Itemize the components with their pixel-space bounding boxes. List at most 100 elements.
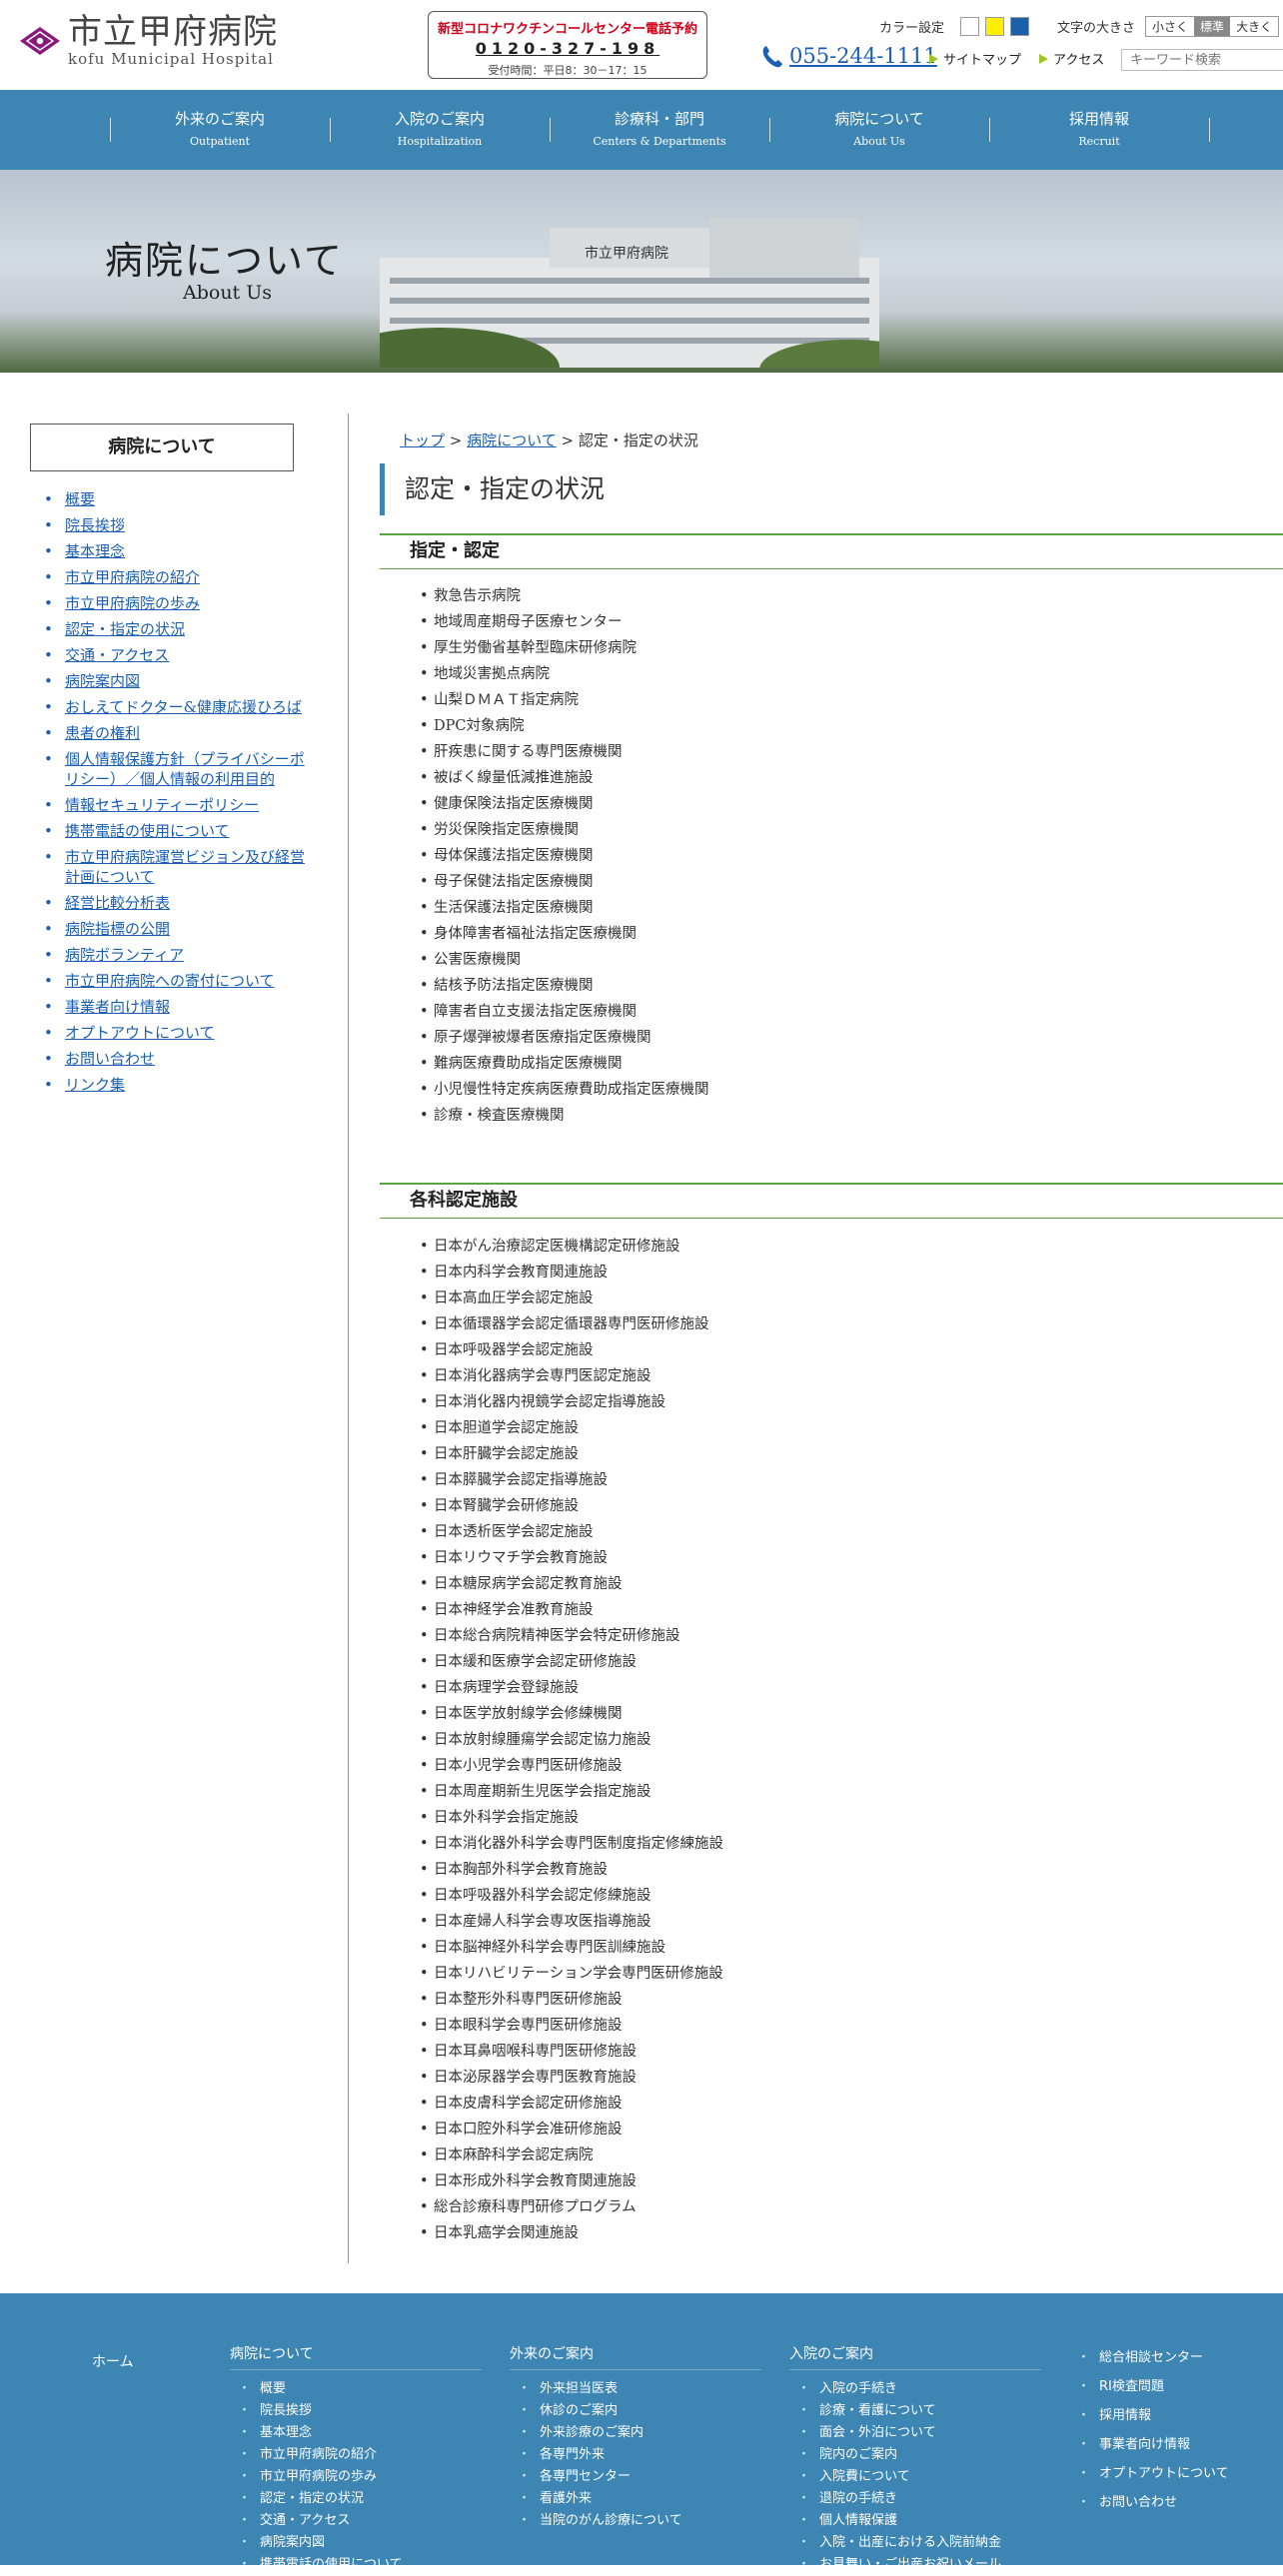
nav-about-us[interactable]: 病院について About Us xyxy=(769,90,989,170)
footer-link[interactable]: お見舞い・ご出産お祝いメール xyxy=(789,2554,1041,2576)
nav-recruit[interactable]: 採用情報 Recruit xyxy=(989,90,1209,170)
footer-link[interactable]: 入院費について xyxy=(789,2466,1041,2488)
footer-column-title[interactable]: 病院について xyxy=(230,2343,482,2370)
footer-link[interactable]: 交通・アクセス xyxy=(230,2510,482,2532)
access-label: アクセス xyxy=(1053,53,1105,68)
keyword-search-input[interactable] xyxy=(1121,49,1283,71)
color-swatch-yellow[interactable] xyxy=(985,17,1005,36)
sidebar-item: 事業者向け情報 xyxy=(40,997,310,1017)
footer-link[interactable]: 事業者向け情報 xyxy=(1069,2430,1229,2459)
footer-link[interactable]: 各専門外来 xyxy=(510,2444,761,2466)
sidebar-item-link[interactable]: おしえてドクター&健康応援ひろば xyxy=(65,698,302,716)
phone-number-link[interactable]: 055-244-1111 xyxy=(789,44,937,68)
nav-hospitalization[interactable]: 入院のご案内 Hospitalization xyxy=(330,90,550,170)
footer-link[interactable]: 各専門センター xyxy=(510,2466,761,2488)
sidebar-menu: 概要院長挨拶基本理念市立甲府病院の紹介市立甲府病院の歩み認定・指定の状況交通・ア… xyxy=(40,489,310,1101)
footer-home-link[interactable]: ホーム xyxy=(92,2351,134,2371)
footer-link[interactable]: 院内のご案内 xyxy=(789,2444,1041,2466)
access-link[interactable]: アクセス xyxy=(1039,49,1104,68)
font-size-small-button[interactable]: 小さく xyxy=(1146,17,1194,36)
sidebar-item-link[interactable]: 病院案内図 xyxy=(65,672,140,690)
font-size-selector: 小さく 標準 大きく xyxy=(1145,16,1280,37)
nav-departments[interactable]: 診療科・部門 Centers & Departments xyxy=(550,90,769,170)
sidebar-item-link[interactable]: リンク集 xyxy=(65,1076,125,1094)
footer-link[interactable]: 個人情報保護 xyxy=(789,2510,1041,2532)
nav-outpatient[interactable]: 外来のご案内 Outpatient xyxy=(110,90,330,170)
sitemap-link[interactable]: サイトマップ xyxy=(929,49,1021,68)
covid-callcenter-box[interactable]: 新型コロナワクチンコールセンター電話予約 0120-327-198 受付時間：平… xyxy=(428,11,707,79)
sidebar-item-link[interactable]: 情報セキュリティーポリシー xyxy=(65,796,259,814)
footer-link[interactable]: お問い合わせ xyxy=(1069,2488,1229,2517)
list-item: 被ばく線量低減推進施設 xyxy=(420,765,709,791)
font-size-large-button[interactable]: 大きく xyxy=(1230,17,1278,36)
sidebar-title: 病院について xyxy=(30,424,294,471)
footer-link[interactable]: 採用情報 xyxy=(1069,2401,1229,2430)
sidebar-item-link[interactable]: 市立甲府病院運営ビジョン及び経営計画について xyxy=(65,848,305,886)
sidebar-item-link[interactable]: 交通・アクセス xyxy=(65,646,169,664)
sidebar-item-link[interactable]: 病院指標の公開 xyxy=(65,920,170,938)
footer-link[interactable]: オプトアウトについて xyxy=(1069,2459,1229,2488)
hospital-logo[interactable]: 市立甲府病院 kofu Municipal Hospital xyxy=(18,14,278,68)
footer-link[interactable]: 休診のご案内 xyxy=(510,2400,761,2422)
sidebar-item: 認定・指定の状況 xyxy=(40,619,310,639)
list-item: 日本胆道学会認定施設 xyxy=(420,1415,723,1441)
list-item: 母子保健法指定医療機関 xyxy=(420,869,709,895)
sidebar-item-link[interactable]: 市立甲府病院の歩み xyxy=(65,594,200,612)
sidebar-item-link[interactable]: 概要 xyxy=(65,490,95,508)
sidebar-item: 交通・アクセス xyxy=(40,645,310,665)
sidebar-item-link[interactable]: お問い合わせ xyxy=(65,1050,155,1068)
font-size-normal-button[interactable]: 標準 xyxy=(1194,17,1231,36)
footer-column-title[interactable]: 入院のご案内 xyxy=(789,2343,1041,2370)
footer-link[interactable]: 入院の手続き xyxy=(789,2378,1041,2400)
nav-separator xyxy=(1209,118,1210,142)
sidebar-item-link[interactable]: 経営比較分析表 xyxy=(65,894,170,912)
sidebar-item: 市立甲府病院の歩み xyxy=(40,593,310,613)
sidebar-item-link[interactable]: 市立甲府病院の紹介 xyxy=(65,568,200,586)
footer-link-list: 入院の手続き診療・看護について面会・外泊について院内のご案内入院費について退院の… xyxy=(789,2378,1041,2576)
logo-name-en: kofu Municipal Hospital xyxy=(68,50,274,68)
footer-link[interactable]: 看護外来 xyxy=(510,2488,761,2510)
breadcrumb-top-link[interactable]: トップ xyxy=(400,431,445,449)
sidebar-item-link[interactable]: 院長挨拶 xyxy=(65,516,125,534)
covid-callcenter-tel[interactable]: 0120-327-198 xyxy=(429,39,706,58)
footer-link[interactable]: 携帯電話の使用について xyxy=(230,2554,482,2576)
phone-contact[interactable]: 055-244-1111 xyxy=(761,44,937,68)
footer-link[interactable]: 外来担当医表 xyxy=(510,2378,761,2400)
footer-link[interactable]: 診療・看護について xyxy=(789,2400,1041,2422)
footer-link[interactable]: 基本理念 xyxy=(230,2422,482,2444)
sidebar-item-link[interactable]: 携帯電話の使用について xyxy=(65,822,230,840)
footer-link[interactable]: 面会・外泊について xyxy=(789,2422,1041,2444)
footer-column-title[interactable]: 外来のご案内 xyxy=(510,2343,761,2370)
sidebar-item-link[interactable]: 基本理念 xyxy=(65,542,125,560)
list-item: 肝疾患に関する専門医療機関 xyxy=(420,739,709,765)
list-item: 日本がん治療認定医機構認定研修施設 xyxy=(420,1234,723,1260)
sidebar-item-link[interactable]: 認定・指定の状況 xyxy=(65,620,185,638)
sidebar-item-link[interactable]: オプトアウトについて xyxy=(65,1024,215,1042)
sidebar-item: おしえてドクター&健康応援ひろば xyxy=(40,697,310,717)
footer-link[interactable]: 退院の手続き xyxy=(789,2488,1041,2510)
footer-link[interactable]: 入院・出産における入院前納金 xyxy=(789,2532,1041,2554)
footer-link[interactable]: 総合相談センター xyxy=(1069,2343,1229,2372)
color-swatch-white[interactable] xyxy=(960,17,980,36)
footer-link[interactable]: 市立甲府病院の歩み xyxy=(230,2466,482,2488)
footer-link[interactable]: 市立甲府病院の紹介 xyxy=(230,2444,482,2466)
nav-label-jp: 診療科・部門 xyxy=(614,110,704,128)
footer-link[interactable]: 院長挨拶 xyxy=(230,2400,482,2422)
footer-column-outpatient: 外来のご案内 外来担当医表休診のご案内外来診療のご案内各専門外来各専門センター看… xyxy=(510,2343,761,2532)
footer-link[interactable]: 病院案内図 xyxy=(230,2532,482,2554)
sidebar-item: 携帯電話の使用について xyxy=(40,821,310,841)
sidebar-item: お問い合わせ xyxy=(40,1049,310,1069)
footer-link[interactable]: 外来診療のご案内 xyxy=(510,2422,761,2444)
sidebar-item: リンク集 xyxy=(40,1075,310,1095)
color-swatch-blue[interactable] xyxy=(1010,17,1030,36)
footer-link[interactable]: RI検査問題 xyxy=(1069,2372,1229,2401)
breadcrumb-parent-link[interactable]: 病院について xyxy=(467,431,557,449)
sidebar-item-link[interactable]: 市立甲府病院への寄付について xyxy=(65,972,275,990)
sidebar-item-link[interactable]: 患者の権利 xyxy=(65,724,140,742)
footer-link[interactable]: 概要 xyxy=(230,2378,482,2400)
sidebar-item-link[interactable]: 事業者向け情報 xyxy=(65,998,170,1016)
footer-link[interactable]: 認定・指定の状況 xyxy=(230,2488,482,2510)
sidebar-item-link[interactable]: 個人情報保護方針（プライバシーポリシー）／個人情報の利用目的 xyxy=(65,750,305,788)
footer-link[interactable]: 当院のがん診療について xyxy=(510,2510,761,2532)
sidebar-item-link[interactable]: 病院ボランティア xyxy=(65,946,184,964)
